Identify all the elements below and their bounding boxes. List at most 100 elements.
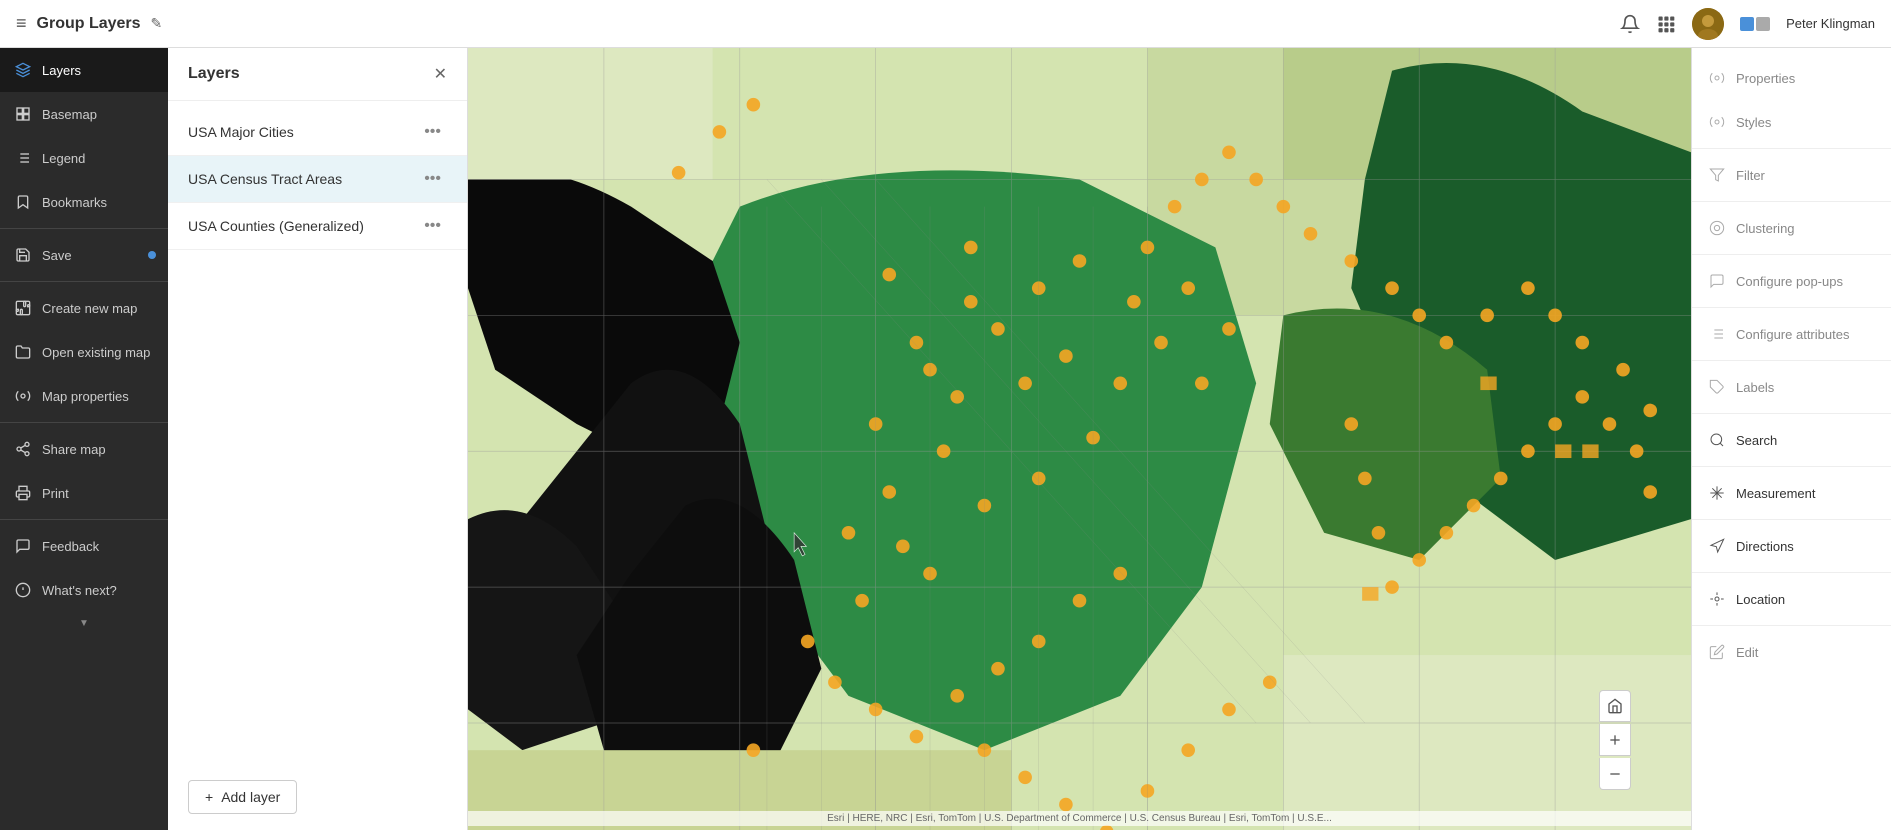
right-divider-8 — [1692, 519, 1891, 520]
sidebar-label-save: Save — [42, 248, 72, 263]
location-icon — [1708, 591, 1726, 607]
sidebar-divider-4 — [0, 519, 168, 520]
right-item-location[interactable]: Location — [1692, 577, 1891, 621]
user-name: Peter Klingman — [1786, 16, 1875, 31]
notifications-button[interactable] — [1620, 14, 1640, 34]
sidebar-label-print: Print — [42, 486, 69, 501]
directions-icon — [1708, 538, 1726, 554]
layer-more-button-2[interactable]: ••• — [418, 215, 447, 237]
avatar[interactable] — [1692, 8, 1724, 40]
right-item-properties[interactable]: Properties — [1692, 56, 1891, 100]
add-layer-container: + Add layer — [168, 764, 467, 830]
layer-item-usa-major-cities[interactable]: USA Major Cities ••• — [168, 109, 467, 156]
layer-item-usa-counties[interactable]: USA Counties (Generalized) ••• — [168, 203, 467, 250]
sidebar-item-basemap[interactable]: Basemap — [0, 92, 168, 136]
right-divider-4 — [1692, 307, 1891, 308]
save-dot-indicator — [148, 251, 156, 259]
right-label-configure-attributes: Configure attributes — [1736, 327, 1849, 342]
right-divider-10 — [1692, 625, 1891, 626]
sidebar-label-create-new-map: Create new map — [42, 301, 137, 316]
whats-next-icon — [14, 582, 32, 598]
sidebar-item-open-existing-map[interactable]: Open existing map — [0, 330, 168, 374]
measurement-icon — [1708, 485, 1726, 501]
sidebar-divider-3 — [0, 422, 168, 423]
styles-icon — [1708, 114, 1726, 130]
open-map-icon — [14, 344, 32, 360]
search-icon — [1708, 432, 1726, 448]
layer-more-button-1[interactable]: ••• — [418, 168, 447, 190]
right-item-directions[interactable]: Directions — [1692, 524, 1891, 568]
sidebar-item-create-new-map[interactable]: Create new map — [0, 286, 168, 330]
add-layer-button[interactable]: + Add layer — [188, 780, 297, 814]
right-item-search[interactable]: Search — [1692, 418, 1891, 462]
right-item-filter[interactable]: Filter — [1692, 153, 1891, 197]
right-divider-1 — [1692, 148, 1891, 149]
layers-close-button[interactable]: ✕ — [434, 64, 447, 84]
right-label-search: Search — [1736, 433, 1777, 448]
right-divider-7 — [1692, 466, 1891, 467]
layer-name-usa-counties: USA Counties (Generalized) — [188, 218, 418, 234]
edit-icon — [1708, 644, 1726, 660]
right-label-measurement: Measurement — [1736, 486, 1815, 501]
sidebar-label-feedback: Feedback — [42, 539, 99, 554]
sidebar-label-bookmarks: Bookmarks — [42, 195, 107, 210]
right-divider-5 — [1692, 360, 1891, 361]
layer-item-usa-census-tract[interactable]: USA Census Tract Areas ••• — [168, 156, 467, 203]
right-sidebar: Properties Styles Filter Clustering — [1691, 48, 1891, 830]
right-label-filter: Filter — [1736, 168, 1765, 183]
layer-more-button-0[interactable]: ••• — [418, 121, 447, 143]
menu-button[interactable]: ≡ — [16, 13, 27, 34]
sidebar-scroll-indicator: ▼ — [0, 612, 168, 635]
sidebar-item-print[interactable]: Print — [0, 471, 168, 515]
sidebar-label-whats-next: What's next? — [42, 583, 117, 598]
sidebar-label-layers: Layers — [42, 63, 81, 78]
left-sidebar: Layers Basemap Legend Bookmarks Sa — [0, 48, 168, 830]
attribution-text: Esri | HERE, NRC | Esri, TomTom | U.S. D… — [827, 813, 1332, 824]
right-item-labels[interactable]: Labels — [1692, 365, 1891, 409]
map-area[interactable]: Esri | HERE, NRC | Esri, TomTom | U.S. D… — [468, 48, 1691, 830]
right-item-measurement[interactable]: Measurement — [1692, 471, 1891, 515]
sidebar-item-layers[interactable]: Layers — [0, 48, 168, 92]
right-divider-9 — [1692, 572, 1891, 573]
sidebar-label-map-properties: Map properties — [42, 389, 129, 404]
right-label-edit: Edit — [1736, 645, 1758, 660]
filter-icon — [1708, 167, 1726, 183]
feedback-icon — [14, 538, 32, 554]
sidebar-item-feedback[interactable]: Feedback — [0, 524, 168, 568]
share-icon — [14, 441, 32, 457]
right-item-configure-attributes[interactable]: Configure attributes — [1692, 312, 1891, 356]
topbar-right: Peter Klingman — [1620, 8, 1875, 40]
sidebar-item-bookmarks[interactable]: Bookmarks — [0, 180, 168, 224]
right-divider-3 — [1692, 254, 1891, 255]
add-layer-plus-icon: + — [205, 789, 213, 805]
apps-grid-button[interactable] — [1656, 14, 1676, 34]
right-label-labels: Labels — [1736, 380, 1774, 395]
edit-title-icon[interactable]: ✎ — [151, 15, 163, 32]
right-item-edit[interactable]: Edit — [1692, 630, 1891, 674]
sidebar-item-whats-next[interactable]: What's next? — [0, 568, 168, 612]
sidebar-item-legend[interactable]: Legend — [0, 136, 168, 180]
properties-icon — [1708, 70, 1726, 86]
sidebar-label-basemap: Basemap — [42, 107, 97, 122]
zoom-out-button[interactable] — [1599, 758, 1631, 790]
create-map-icon — [14, 300, 32, 316]
layers-panel-title: Layers — [188, 65, 240, 83]
layers-list: USA Major Cities ••• USA Census Tract Ar… — [168, 101, 467, 764]
layers-panel-header: Layers ✕ — [168, 48, 467, 101]
layer-name-usa-major-cities: USA Major Cities — [188, 124, 418, 140]
labels-icon — [1708, 379, 1726, 395]
right-item-styles[interactable]: Styles — [1692, 100, 1891, 144]
sidebar-item-save[interactable]: Save — [0, 233, 168, 277]
right-divider-2 — [1692, 201, 1891, 202]
zoom-in-button[interactable] — [1599, 724, 1631, 756]
sidebar-item-share-map[interactable]: Share map — [0, 427, 168, 471]
right-item-configure-popups[interactable]: Configure pop-ups — [1692, 259, 1891, 303]
right-item-clustering[interactable]: Clustering — [1692, 206, 1891, 250]
map-controls — [1599, 690, 1631, 790]
sidebar-label-legend: Legend — [42, 151, 85, 166]
sidebar-item-map-properties[interactable]: Map properties — [0, 374, 168, 418]
layers-icon — [14, 62, 32, 78]
sidebar-divider-2 — [0, 281, 168, 282]
home-button[interactable] — [1599, 690, 1631, 722]
bookmarks-icon — [14, 194, 32, 210]
